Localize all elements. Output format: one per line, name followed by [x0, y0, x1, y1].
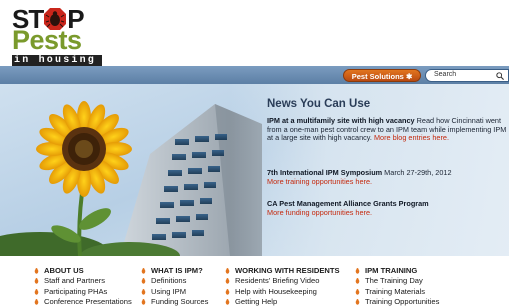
bug-icon: ✱ [405, 72, 413, 81]
footer-heading[interactable]: IPM TRAINING [365, 266, 417, 275]
bug-bullet-icon [355, 267, 360, 274]
bug-bullet-icon [141, 299, 146, 305]
news-item: IPM at a multifamily site with high vaca… [267, 116, 507, 143]
bug-bullet-icon [225, 267, 230, 274]
footer-link[interactable]: Training Materials [365, 287, 425, 296]
footer-heading[interactable]: WHAT IS IPM? [151, 266, 203, 275]
stop-pests-logo[interactable]: ST P Pests in housing [12, 6, 102, 68]
footer-heading[interactable]: ABOUT US [44, 266, 84, 275]
footer-link[interactable]: Definitions [151, 276, 186, 285]
bug-bullet-icon [141, 278, 146, 284]
footer-column-residents: WORKING WITH RESIDENTS Residents' Briefi… [221, 265, 340, 307]
more-funding-link[interactable]: More funding opportunities here. [267, 208, 372, 217]
news-panel: News You Can Use IPM at a multifamily si… [260, 84, 509, 256]
footer-link[interactable]: The Training Day [365, 276, 423, 285]
news-title: News You Can Use [267, 98, 371, 110]
footer-link[interactable]: Funding Sources [151, 297, 208, 306]
footer-link[interactable]: Help with Housekeeping [235, 287, 317, 296]
search-icon[interactable] [496, 72, 504, 80]
footer-link[interactable]: Using IPM [151, 287, 186, 296]
pest-solutions-label: Pest Solutions [351, 72, 404, 81]
footer-column-ipm: WHAT IS IPM? Definitions Using IPM Fundi… [137, 265, 208, 307]
footer-link[interactable]: Training Opportunities [365, 297, 439, 306]
bug-bullet-icon [355, 288, 360, 295]
news-body: March 27-29th, 2012 [382, 168, 452, 177]
more-training-link[interactable]: More training opportunities here. [267, 177, 372, 186]
news-item: CA Pest Management Alliance Grants Progr… [267, 199, 507, 217]
bug-bullet-icon [225, 299, 230, 305]
bug-bullet-icon [34, 288, 39, 295]
footer-column-about: ABOUT US Staff and Partners Participatin… [30, 265, 132, 307]
bug-bullet-icon [355, 299, 360, 305]
bug-bullet-icon [141, 267, 146, 274]
footer-column-training: IPM TRAINING The Training Day Training M… [351, 265, 439, 307]
bug-bullet-icon [225, 288, 230, 295]
footer-link[interactable]: Residents' Briefing Video [235, 276, 319, 285]
search-placeholder: Search [434, 71, 457, 78]
more-blog-link[interactable]: More blog entries here. [374, 133, 449, 142]
bug-bullet-icon [34, 267, 39, 274]
footer-link[interactable]: Conference Presentations [44, 297, 132, 306]
footer-link[interactable]: Staff and Partners [44, 276, 105, 285]
footer-nav: ABOUT US Staff and Partners Participatin… [0, 256, 509, 307]
bug-bullet-icon [141, 288, 146, 295]
bug-bullet-icon [355, 278, 360, 284]
news-item: 7th International IPM Symposium March 27… [267, 168, 507, 186]
bug-bullet-icon [34, 278, 39, 284]
hero-banner: News You Can Use IPM at a multifamily si… [0, 84, 509, 256]
footer-link[interactable]: Participating PHAs [44, 287, 107, 296]
logo-pests-text: Pests [12, 25, 82, 55]
pest-solutions-button[interactable]: Pest Solutions ✱ [343, 69, 421, 82]
bug-bullet-icon [34, 299, 39, 305]
footer-link[interactable]: Getting Help [235, 297, 277, 306]
site-header: ST P Pests in housing [0, 0, 509, 68]
search-input[interactable]: Search [425, 69, 509, 82]
bug-bullet-icon [225, 278, 230, 284]
footer-heading[interactable]: WORKING WITH RESIDENTS [235, 266, 340, 275]
